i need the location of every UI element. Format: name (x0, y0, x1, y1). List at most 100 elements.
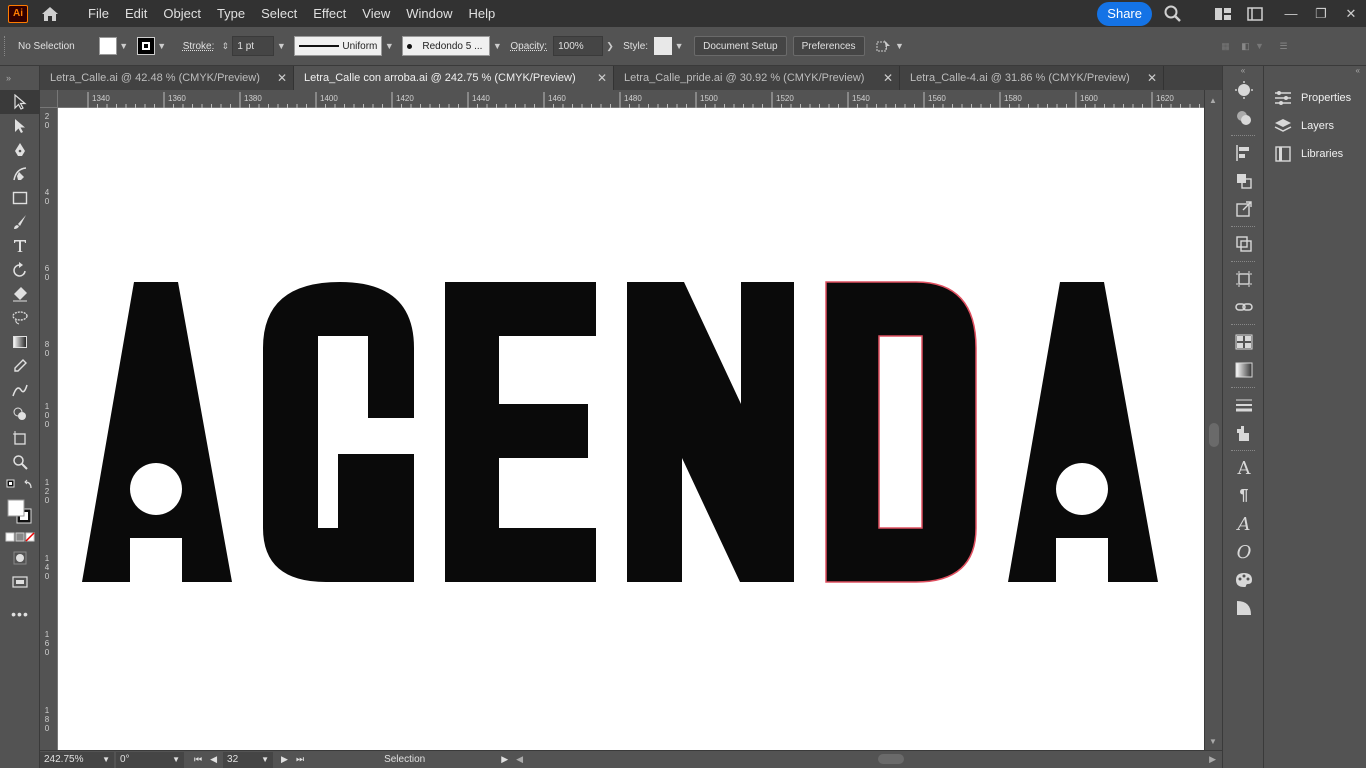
vertical-ruler[interactable]: 20 40 60 80 100 120 140 160 180 (40, 108, 58, 750)
direct-selection-tool-icon[interactable] (0, 114, 40, 138)
gradient-panel-icon[interactable] (1223, 356, 1265, 384)
menu-edit[interactable]: Edit (117, 0, 155, 27)
appearance-icon[interactable] (1223, 104, 1265, 132)
menu-type[interactable]: Type (209, 0, 253, 27)
previous-artboard-icon[interactable]: ◀ (210, 754, 217, 765)
type-tool-icon[interactable] (0, 234, 40, 258)
document-setup-button[interactable]: Document Setup (694, 36, 787, 56)
workspace-icon[interactable] (1244, 3, 1266, 25)
restore-button[interactable]: ❐ (1306, 0, 1336, 27)
status-menu-icon[interactable]: ▶ (501, 754, 508, 765)
close-window-button[interactable]: ✕ (1336, 0, 1366, 27)
puppet-warp-tool-icon[interactable] (0, 378, 40, 402)
layers-panel-tab[interactable]: Layers (1264, 112, 1366, 140)
artwork[interactable] (58, 108, 1204, 750)
default-colors-swap-icon[interactable] (0, 474, 40, 496)
horizontal-scroll-thumb[interactable] (878, 754, 904, 764)
rotation-dropdown-icon[interactable]: ▼ (172, 755, 180, 764)
menu-select[interactable]: Select (253, 0, 305, 27)
opacity-field[interactable]: 100% (553, 36, 604, 56)
rotation-field[interactable]: 0° ▼ (116, 751, 184, 768)
toolbar-collapse-icon[interactable]: » (0, 66, 39, 90)
transparency-icon[interactable] (1223, 594, 1265, 622)
paragraph-icon[interactable]: ¶ (1223, 482, 1265, 510)
transform-icon[interactable]: ▦ (1219, 36, 1233, 56)
last-artboard-icon[interactable]: ⏭ (296, 754, 304, 765)
zoom-tool-icon[interactable] (0, 450, 40, 474)
menu-view[interactable]: View (354, 0, 398, 27)
tab-letra-calle[interactable]: Letra_Calle.ai @ 42.48 % (CMYK/Preview) … (40, 66, 294, 90)
character-styles-icon[interactable]: A (1223, 510, 1265, 538)
close-icon[interactable]: ✕ (277, 71, 287, 85)
zoom-field[interactable]: 242.75% ▼ (40, 751, 114, 768)
style-swatch[interactable] (654, 37, 673, 55)
tab-letra-calle-4[interactable]: Letra_Calle-4.ai @ 31.86 % (CMYK/Preview… (900, 66, 1164, 90)
paintbrush-tool-icon[interactable] (0, 210, 40, 234)
stroke-weight-dropdown-icon[interactable]: ▼ (274, 36, 288, 56)
horizontal-ruler[interactable]: 1340 1360 1380 1400 1420 1440 1460 1480 … (58, 90, 1204, 108)
vertical-scrollbar[interactable]: ▲ ▼ (1204, 90, 1222, 750)
dock-collapse-icon[interactable]: « (1223, 66, 1263, 76)
stroke-dropdown-icon[interactable]: ▼ (155, 36, 169, 56)
draw-mode-icon[interactable] (0, 546, 40, 570)
stroke-swatch[interactable] (136, 37, 155, 55)
edit-toolbar-icon[interactable]: ••• (0, 602, 40, 626)
home-icon[interactable] (40, 4, 60, 24)
gradient-tool-icon[interactable] (0, 330, 40, 354)
stroke-profile-dropdown-icon[interactable]: ▼ (382, 36, 396, 56)
rectangle-tool-icon[interactable] (0, 186, 40, 210)
zoom-dropdown-icon[interactable]: ▼ (102, 755, 110, 764)
menu-window[interactable]: Window (398, 0, 460, 27)
brush-dropdown-icon[interactable]: ▼ (490, 36, 504, 56)
artboard-number-field[interactable]: 32 ▼ (223, 751, 274, 768)
selection-tool-icon[interactable] (0, 90, 40, 114)
align-icon[interactable]: ◧ (1239, 36, 1253, 56)
fill-stroke-indicator[interactable] (0, 496, 40, 528)
close-icon[interactable]: ✕ (1147, 71, 1157, 85)
color-guide-icon[interactable] (1223, 76, 1265, 104)
rotate-tool-icon[interactable] (0, 258, 40, 282)
menu-file[interactable]: File (80, 0, 117, 27)
brush-select[interactable]: Redondo 5 ... (402, 36, 491, 56)
scroll-left-icon[interactable]: ◀ (516, 754, 523, 765)
export-icon[interactable] (1223, 195, 1265, 223)
puppet-warp-panel-icon[interactable] (1223, 419, 1265, 447)
color-themes-icon[interactable] (1223, 566, 1265, 594)
curvature-tool-icon[interactable] (0, 162, 40, 186)
select-similar-dropdown-icon[interactable]: ▼ (893, 36, 907, 56)
first-artboard-icon[interactable]: ⏮ (194, 754, 202, 765)
properties-panel-tab[interactable]: Properties (1264, 84, 1366, 112)
libraries-panel-tab[interactable]: Libraries (1264, 140, 1366, 168)
arrange-documents-icon[interactable] (1212, 3, 1234, 25)
scroll-down-icon[interactable]: ▼ (1209, 737, 1217, 746)
stroke-label[interactable]: Stroke: (183, 41, 215, 52)
align-dropdown-icon[interactable]: ▼ (1253, 36, 1267, 56)
fill-dropdown-icon[interactable]: ▼ (117, 36, 131, 56)
panel-menu-icon[interactable]: ☰ (1277, 36, 1291, 56)
next-artboard-icon[interactable]: ▶ (281, 754, 288, 765)
artboard-tool-icon[interactable] (0, 426, 40, 450)
select-similar-icon[interactable] (875, 36, 893, 56)
stroke-panel-icon[interactable] (1223, 391, 1265, 419)
eyedropper-tool-icon[interactable] (0, 354, 40, 378)
pathfinder-icon[interactable] (1223, 167, 1265, 195)
close-icon[interactable]: ✕ (597, 71, 607, 85)
share-button[interactable]: Share (1097, 1, 1152, 26)
menu-object[interactable]: Object (155, 0, 209, 27)
align-panel-icon[interactable] (1223, 139, 1265, 167)
vertical-scroll-thumb[interactable] (1209, 423, 1219, 447)
opentype-icon[interactable]: O (1223, 538, 1265, 566)
search-icon[interactable] (1162, 3, 1184, 25)
stroke-profile-select[interactable]: Uniform (294, 36, 383, 56)
swatches-icon[interactable] (1223, 328, 1265, 356)
artboard-canvas[interactable] (58, 108, 1204, 750)
minimize-button[interactable]: — (1276, 0, 1306, 27)
fill-swatch[interactable] (98, 37, 117, 55)
shape-builder-tool-icon[interactable] (0, 402, 40, 426)
pen-tool-icon[interactable] (0, 138, 40, 162)
preferences-button[interactable]: Preferences (792, 36, 865, 56)
tab-letra-calle-con-arroba[interactable]: Letra_Calle con arroba.ai @ 242.75 % (CM… (294, 66, 614, 90)
opacity-label[interactable]: Opacity: (510, 41, 547, 52)
menu-effect[interactable]: Effect (305, 0, 354, 27)
menu-help[interactable]: Help (460, 0, 503, 27)
